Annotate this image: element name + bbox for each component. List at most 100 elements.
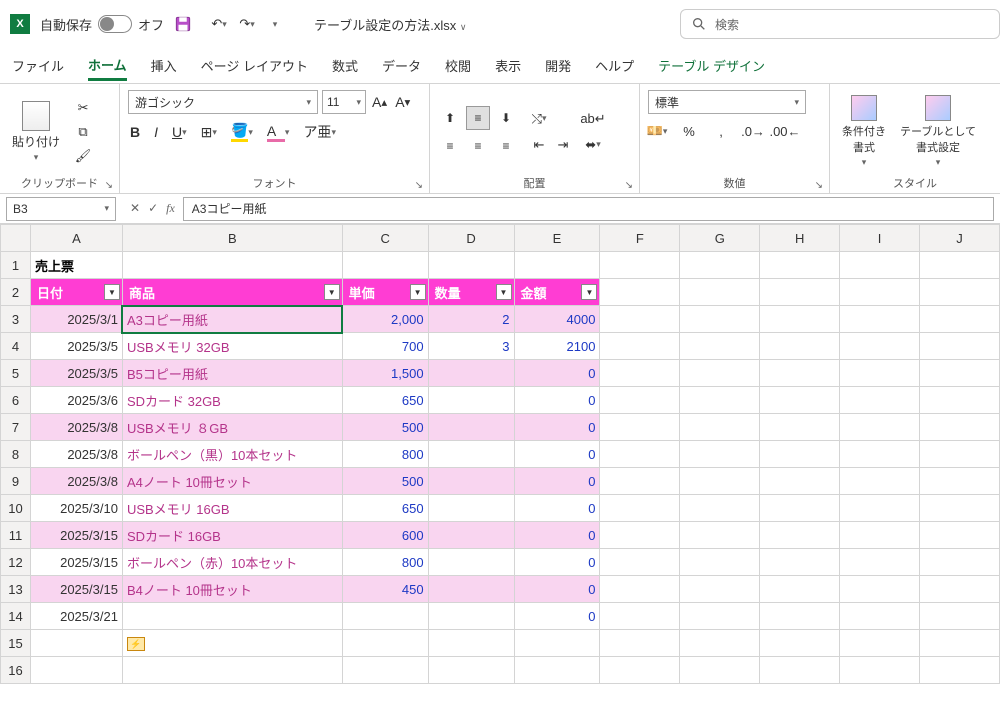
accounting-format-icon[interactable]: 💴▾ — [648, 122, 666, 140]
cell[interactable] — [680, 549, 760, 576]
cell[interactable] — [760, 630, 840, 657]
cell[interactable] — [600, 441, 680, 468]
cell-amount[interactable]: 0 — [514, 576, 600, 603]
col-header-C[interactable]: C — [342, 225, 428, 252]
cell-price[interactable]: 650 — [342, 387, 428, 414]
table-header-4[interactable]: 金額▼ — [514, 279, 600, 306]
cell-qty[interactable]: 2 — [428, 306, 514, 333]
menu-file[interactable]: ファイル — [12, 52, 64, 79]
cell-price[interactable]: 1,500 — [342, 360, 428, 387]
cell[interactable] — [840, 468, 920, 495]
cell-amount[interactable]: 2100 — [514, 333, 600, 360]
cell[interactable] — [920, 603, 1000, 630]
menu-data[interactable]: データ — [382, 52, 421, 79]
save-icon[interactable] — [174, 15, 192, 33]
row-header-4[interactable]: 4 — [1, 333, 31, 360]
col-header-D[interactable]: D — [428, 225, 514, 252]
cell-price[interactable]: 650 — [342, 495, 428, 522]
cell[interactable] — [680, 414, 760, 441]
cell[interactable] — [122, 657, 342, 684]
cell[interactable] — [840, 576, 920, 603]
cell[interactable] — [600, 468, 680, 495]
cell[interactable] — [680, 603, 760, 630]
row-header-6[interactable]: 6 — [1, 387, 31, 414]
cell[interactable] — [680, 495, 760, 522]
menu-review[interactable]: 校閲 — [445, 52, 471, 79]
cell[interactable] — [840, 387, 920, 414]
cell[interactable] — [920, 441, 1000, 468]
cell-price[interactable]: 600 — [342, 522, 428, 549]
cell[interactable] — [840, 252, 920, 279]
cell[interactable] — [514, 630, 600, 657]
cell-date[interactable]: 2025/3/6 — [30, 387, 122, 414]
cell-amount[interactable]: 0 — [514, 414, 600, 441]
menu-pagelayout[interactable]: ページ レイアウト — [201, 52, 308, 79]
cell[interactable] — [840, 279, 920, 306]
cell[interactable] — [680, 630, 760, 657]
cell[interactable] — [428, 657, 514, 684]
col-header-G[interactable]: G — [680, 225, 760, 252]
cell[interactable] — [840, 306, 920, 333]
table-header-2[interactable]: 単価▼ — [342, 279, 428, 306]
font-name-select[interactable]: 游ゴシック▾ — [128, 90, 318, 114]
cell[interactable] — [920, 576, 1000, 603]
menu-formulas[interactable]: 数式 — [332, 52, 358, 79]
cell-qty[interactable] — [428, 549, 514, 576]
cell-qty[interactable] — [428, 414, 514, 441]
cell[interactable] — [680, 279, 760, 306]
cell[interactable] — [840, 549, 920, 576]
cell-item[interactable]: B5コピー用紙 — [122, 360, 342, 387]
cell-price[interactable]: 2,000 — [342, 306, 428, 333]
cut-icon[interactable]: ✂ — [74, 99, 92, 117]
cell[interactable] — [600, 387, 680, 414]
cell[interactable] — [600, 414, 680, 441]
cell[interactable] — [840, 414, 920, 441]
dialog-launcher-icon[interactable]: ↘ — [815, 180, 823, 191]
col-header-E[interactable]: E — [514, 225, 600, 252]
font-size-select[interactable]: 11▾ — [322, 90, 366, 114]
cell[interactable] — [760, 441, 840, 468]
cell-price[interactable]: 800 — [342, 549, 428, 576]
cell-qty[interactable] — [428, 495, 514, 522]
col-header-A[interactable]: A — [30, 225, 122, 252]
cell[interactable] — [600, 252, 680, 279]
cell[interactable] — [600, 630, 680, 657]
cell[interactable] — [680, 522, 760, 549]
cell-qty[interactable] — [428, 468, 514, 495]
cell[interactable] — [840, 360, 920, 387]
cell-price[interactable]: 500 — [342, 414, 428, 441]
cell[interactable] — [600, 495, 680, 522]
cell-price[interactable] — [342, 603, 428, 630]
cell-date[interactable]: 2025/3/15 — [30, 522, 122, 549]
cell-date[interactable]: 2025/3/1 — [30, 306, 122, 333]
filter-dropdown-icon[interactable]: ▼ — [324, 284, 340, 300]
cell[interactable] — [122, 252, 342, 279]
comma-format-icon[interactable]: , — [712, 122, 730, 140]
cell-date[interactable]: 2025/3/5 — [30, 333, 122, 360]
cell[interactable] — [600, 522, 680, 549]
cell-item[interactable]: A4ノート 10冊セット — [122, 468, 342, 495]
cell-date[interactable]: 2025/3/8 — [30, 468, 122, 495]
menu-home[interactable]: ホーム — [88, 51, 127, 81]
cell-date[interactable]: 2025/3/8 — [30, 414, 122, 441]
cell-item[interactable]: SDカード 32GB — [122, 387, 342, 414]
cell[interactable] — [680, 468, 760, 495]
cell[interactable] — [760, 495, 840, 522]
increase-font-icon[interactable]: A▴ — [370, 92, 389, 112]
cell[interactable] — [920, 657, 1000, 684]
align-bottom-icon[interactable]: ⬇ — [494, 106, 518, 130]
filter-dropdown-icon[interactable]: ▼ — [104, 284, 120, 300]
cell-qty[interactable] — [428, 603, 514, 630]
cell-date[interactable]: 2025/3/21 — [30, 603, 122, 630]
col-header-I[interactable]: I — [840, 225, 920, 252]
align-center-icon[interactable]: ≡ — [466, 134, 490, 158]
cell[interactable] — [514, 252, 600, 279]
cell[interactable] — [342, 657, 428, 684]
cell-amount[interactable]: 0 — [514, 522, 600, 549]
cell[interactable] — [760, 306, 840, 333]
autocorrect-options-icon[interactable]: ⚡ — [127, 637, 145, 651]
cell-price[interactable]: 450 — [342, 576, 428, 603]
merge-center-icon[interactable]: ⬌▾ — [584, 136, 602, 154]
cell-date[interactable]: 2025/3/15 — [30, 549, 122, 576]
cell[interactable] — [680, 306, 760, 333]
